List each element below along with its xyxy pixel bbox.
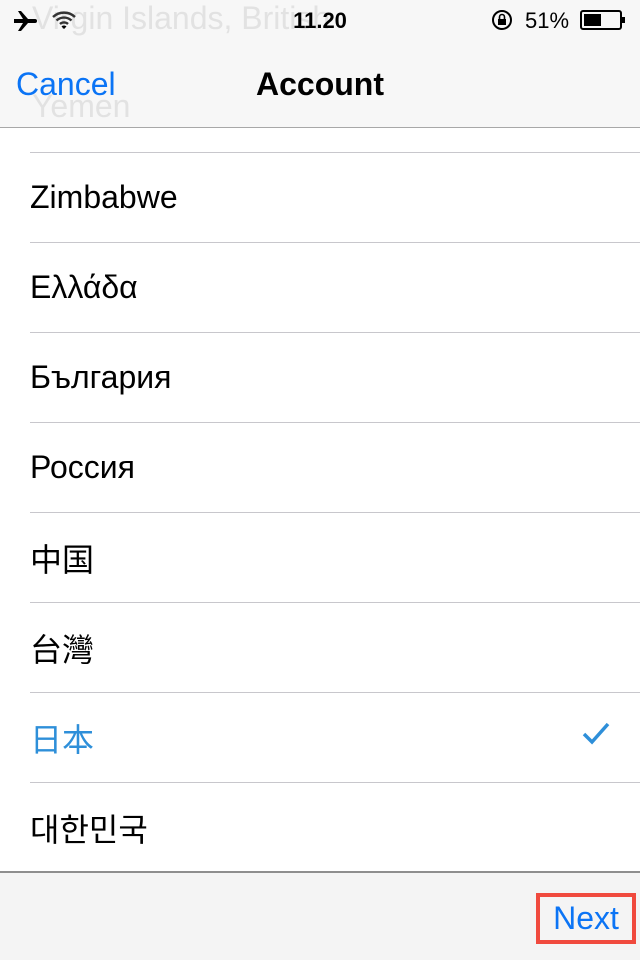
country-label: 대한민국 — [30, 811, 148, 848]
checkmark-icon — [582, 722, 610, 745]
country-label: 日本 — [30, 721, 95, 758]
country-label: Zimbabwe — [30, 179, 178, 215]
page-title: Account — [256, 66, 384, 102]
status-bar: 11.20 51% — [0, 0, 640, 40]
rotation-lock-icon — [492, 10, 512, 30]
list-item[interactable]: 台灣 — [30, 602, 640, 692]
navigation-bar: Virgin Islands, British Yemen 11.20 51% … — [0, 0, 640, 128]
list-item[interactable]: Zimbabwe — [30, 152, 640, 242]
list-item[interactable]: 대한민국 — [30, 782, 640, 872]
list-item[interactable]: Ελλάδα — [30, 242, 640, 332]
next-button[interactable]: Next — [536, 893, 636, 944]
country-list: Zimbabwe Ελλάδα България Россия 中国 台灣 日本… — [0, 152, 640, 872]
bottom-toolbar: Next — [0, 871, 640, 960]
battery-percent: 51% — [525, 8, 570, 33]
country-label: 台灣 — [30, 631, 95, 668]
list-item[interactable]: България — [30, 332, 640, 422]
country-label: Ελλάδα — [30, 269, 138, 305]
country-label: България — [30, 359, 172, 395]
list-item[interactable]: 中国 — [30, 512, 640, 602]
list-item-selected[interactable]: 日本 — [30, 692, 640, 782]
country-label: 中国 — [30, 541, 95, 578]
list-item[interactable]: Россия — [30, 422, 640, 512]
country-label: Россия — [30, 449, 135, 485]
battery-icon — [580, 10, 625, 30]
